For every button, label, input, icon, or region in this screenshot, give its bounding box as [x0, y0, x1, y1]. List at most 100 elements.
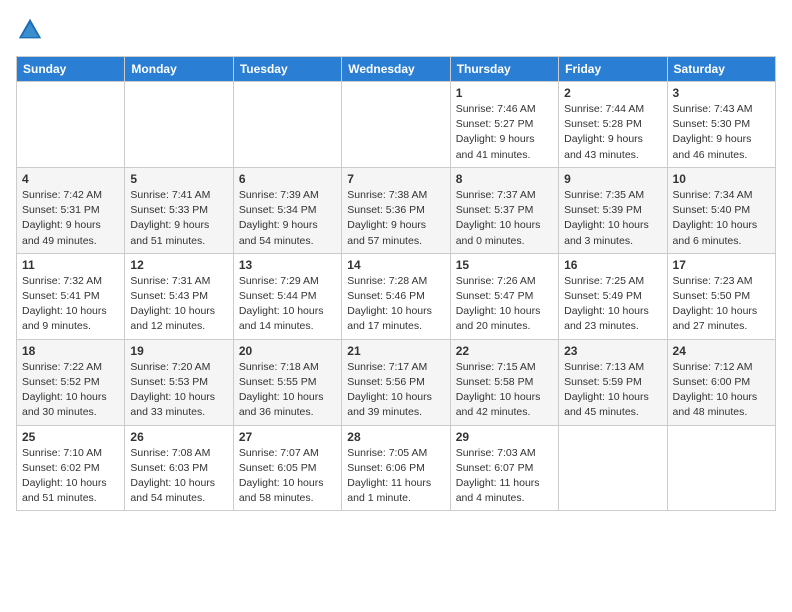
day-number: 28	[347, 430, 444, 444]
calendar-day-header: Tuesday	[233, 57, 341, 82]
calendar-cell: 24Sunrise: 7:12 AMSunset: 6:00 PMDayligh…	[667, 339, 775, 425]
calendar-cell: 29 Sunrise: 7:03 AMSunset: 6:07 PMDayligh…	[450, 425, 558, 511]
day-number: 7	[347, 172, 444, 186]
day-info: Sunrise: 7:31 AMSunset: 5:43 PMDaylight:…	[130, 274, 227, 335]
day-number: 29	[456, 430, 553, 444]
day-number: 27	[239, 430, 336, 444]
day-number: 15	[456, 258, 553, 272]
calendar-cell: 10 Sunrise: 7:34 AMSunset: 5:40 PMDayligh…	[667, 167, 775, 253]
day-info: Sunrise: 7:23 AMSunset: 5:50 PMDaylight:…	[673, 274, 770, 335]
day-info: Sunrise: 7:28 AMSunset: 5:46 PMDaylight:…	[347, 274, 444, 335]
calendar-cell: 21 Sunrise: 7:17 AMSunset: 5:56 PMDayligh…	[342, 339, 450, 425]
calendar-cell: 23 Sunrise: 7:13 AMSunset: 5:59 PMDayligh…	[559, 339, 667, 425]
day-info: Sunrise: 7:25 AMSunset: 5:49 PMDaylight:…	[564, 274, 661, 335]
day-info: Sunrise: 7:42 AMSunset: 5:31 PMDaylight:…	[22, 188, 119, 249]
calendar-cell: 17 Sunrise: 7:23 AMSunset: 5:50 PMDayligh…	[667, 253, 775, 339]
calendar-day-header: Thursday	[450, 57, 558, 82]
calendar-cell: 1 Sunrise: 7:46 AMSunset: 5:27 PMDaylight…	[450, 82, 558, 168]
day-number: 26	[130, 430, 227, 444]
day-number: 19	[130, 344, 227, 358]
calendar-cell	[342, 82, 450, 168]
calendar-cell: 15 Sunrise: 7:26 AMSunset: 5:47 PMDayligh…	[450, 253, 558, 339]
day-number: 21	[347, 344, 444, 358]
logo-icon	[16, 16, 44, 44]
day-info: Sunrise: 7:41 AMSunset: 5:33 PMDaylight:…	[130, 188, 227, 249]
day-info: Sunrise: 7:38 AMSunset: 5:36 PMDaylight:…	[347, 188, 444, 249]
calendar-cell: 5 Sunrise: 7:41 AMSunset: 5:33 PMDaylight…	[125, 167, 233, 253]
calendar-cell: 2 Sunrise: 7:44 AMSunset: 5:28 PMDaylight…	[559, 82, 667, 168]
day-number: 17	[673, 258, 770, 272]
day-info: Sunrise: 7:07 AMSunset: 6:05 PMDaylight:…	[239, 446, 336, 507]
day-info: Sunrise: 7:20 AMSunset: 5:53 PMDaylight:…	[130, 360, 227, 421]
day-info: Sunrise: 7:29 AMSunset: 5:44 PMDaylight:…	[239, 274, 336, 335]
calendar-table: SundayMondayTuesdayWednesdayThursdayFrid…	[16, 56, 776, 511]
calendar-cell: 19 Sunrise: 7:20 AMSunset: 5:53 PMDayligh…	[125, 339, 233, 425]
calendar-cell: 22Sunrise: 7:15 AMSunset: 5:58 PMDayligh…	[450, 339, 558, 425]
day-number: 8	[456, 172, 553, 186]
day-number: 16	[564, 258, 661, 272]
calendar-cell	[125, 82, 233, 168]
day-info: Sunrise: 7:05 AMSunset: 6:06 PMDaylight:…	[347, 446, 444, 507]
day-info: Sunrise: 7:37 AMSunset: 5:37 PMDaylight:…	[456, 188, 553, 249]
day-number: 18	[22, 344, 119, 358]
day-info: Sunrise: 7:17 AMSunset: 5:56 PMDaylight:…	[347, 360, 444, 421]
day-info: Sunrise: 7:39 AMSunset: 5:34 PMDaylight:…	[239, 188, 336, 249]
calendar-cell: 6 Sunrise: 7:39 AMSunset: 5:34 PMDaylight…	[233, 167, 341, 253]
day-number: 11	[22, 258, 119, 272]
day-number: 13	[239, 258, 336, 272]
day-number: 20	[239, 344, 336, 358]
day-info: Sunrise: 7:22 AMSunset: 5:52 PMDaylight:…	[22, 360, 119, 421]
calendar-week-row: 1 Sunrise: 7:46 AMSunset: 5:27 PMDaylight…	[17, 82, 776, 168]
day-info: Sunrise: 7:32 AMSunset: 5:41 PMDaylight:…	[22, 274, 119, 335]
calendar-cell: 3 Sunrise: 7:43 AMSunset: 5:30 PMDaylight…	[667, 82, 775, 168]
day-number: 10	[673, 172, 770, 186]
day-number: 23	[564, 344, 661, 358]
day-info: Sunrise: 7:10 AMSunset: 6:02 PMDaylight:…	[22, 446, 119, 507]
day-number: 12	[130, 258, 227, 272]
calendar-week-row: 25 Sunrise: 7:10 AMSunset: 6:02 PMDayligh…	[17, 425, 776, 511]
day-info: Sunrise: 7:35 AMSunset: 5:39 PMDaylight:…	[564, 188, 661, 249]
day-info: Sunrise: 7:46 AMSunset: 5:27 PMDaylight:…	[456, 102, 553, 163]
calendar-cell: 13 Sunrise: 7:29 AMSunset: 5:44 PMDayligh…	[233, 253, 341, 339]
calendar-cell: 28 Sunrise: 7:05 AMSunset: 6:06 PMDayligh…	[342, 425, 450, 511]
logo	[16, 16, 48, 44]
calendar-week-row: 11 Sunrise: 7:32 AMSunset: 5:41 PMDayligh…	[17, 253, 776, 339]
calendar-cell	[559, 425, 667, 511]
day-number: 25	[22, 430, 119, 444]
day-info: Sunrise: 7:03 AMSunset: 6:07 PMDaylight:…	[456, 446, 553, 507]
calendar-cell: 27 Sunrise: 7:07 AMSunset: 6:05 PMDayligh…	[233, 425, 341, 511]
day-number: 6	[239, 172, 336, 186]
calendar-week-row: 18 Sunrise: 7:22 AMSunset: 5:52 PMDayligh…	[17, 339, 776, 425]
calendar-day-header: Monday	[125, 57, 233, 82]
day-info: Sunrise: 7:43 AMSunset: 5:30 PMDaylight:…	[673, 102, 770, 163]
calendar-cell: 12 Sunrise: 7:31 AMSunset: 5:43 PMDayligh…	[125, 253, 233, 339]
calendar-day-header: Saturday	[667, 57, 775, 82]
day-number: 9	[564, 172, 661, 186]
day-number: 14	[347, 258, 444, 272]
calendar-cell: 18 Sunrise: 7:22 AMSunset: 5:52 PMDayligh…	[17, 339, 125, 425]
day-info: Sunrise: 7:34 AMSunset: 5:40 PMDaylight:…	[673, 188, 770, 249]
day-info: Sunrise: 7:44 AMSunset: 5:28 PMDaylight:…	[564, 102, 661, 163]
calendar-day-header: Wednesday	[342, 57, 450, 82]
page-header	[16, 16, 776, 44]
day-number: 4	[22, 172, 119, 186]
calendar-header-row: SundayMondayTuesdayWednesdayThursdayFrid…	[17, 57, 776, 82]
calendar-cell: 16 Sunrise: 7:25 AMSunset: 5:49 PMDayligh…	[559, 253, 667, 339]
day-info: Sunrise: 7:13 AMSunset: 5:59 PMDaylight:…	[564, 360, 661, 421]
day-info: Sunrise: 7:15 AMSunset: 5:58 PMDaylight:…	[456, 360, 553, 421]
day-number: 5	[130, 172, 227, 186]
day-info: Sunrise: 7:26 AMSunset: 5:47 PMDaylight:…	[456, 274, 553, 335]
calendar-cell: 25 Sunrise: 7:10 AMSunset: 6:02 PMDayligh…	[17, 425, 125, 511]
day-info: Sunrise: 7:12 AMSunset: 6:00 PMDaylight:…	[673, 360, 770, 421]
day-number: 2	[564, 86, 661, 100]
day-info: Sunrise: 7:08 AMSunset: 6:03 PMDaylight:…	[130, 446, 227, 507]
day-number: 3	[673, 86, 770, 100]
calendar-week-row: 4 Sunrise: 7:42 AMSunset: 5:31 PMDaylight…	[17, 167, 776, 253]
day-number: 1	[456, 86, 553, 100]
calendar-cell: 11 Sunrise: 7:32 AMSunset: 5:41 PMDayligh…	[17, 253, 125, 339]
calendar-cell	[17, 82, 125, 168]
calendar-day-header: Friday	[559, 57, 667, 82]
calendar-cell: 9 Sunrise: 7:35 AMSunset: 5:39 PMDaylight…	[559, 167, 667, 253]
calendar-day-header: Sunday	[17, 57, 125, 82]
calendar-cell: 20Sunrise: 7:18 AMSunset: 5:55 PMDayligh…	[233, 339, 341, 425]
